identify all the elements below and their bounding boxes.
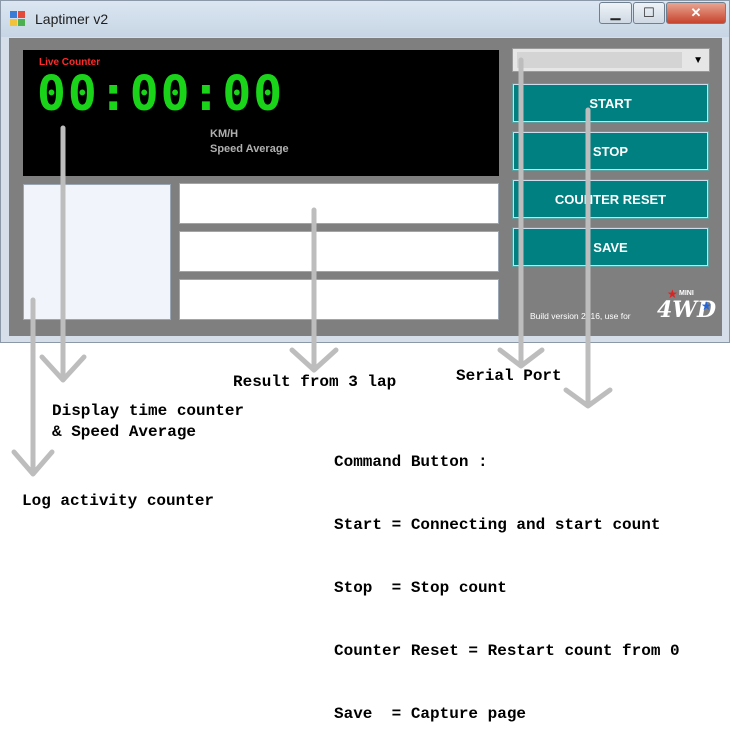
app-icon	[10, 11, 26, 27]
maximize-button[interactable]: ☐	[633, 2, 665, 24]
window-title: Laptimer v2	[35, 11, 109, 27]
display-annotation-line1: Display time counter	[52, 402, 245, 420]
stop-button[interactable]: STOP	[512, 131, 709, 171]
command-annotation-line: Save = Capture page	[334, 705, 527, 723]
command-annotation-line: Stop = Stop count	[334, 579, 507, 597]
minimize-icon: ▁	[610, 5, 621, 20]
serial-port-select[interactable]: ▼	[512, 48, 710, 72]
save-button[interactable]: SAVE	[512, 227, 709, 267]
blue-star-icon: ★	[701, 299, 712, 313]
log-activity-panel[interactable]	[23, 184, 171, 320]
close-icon: ✕	[690, 5, 702, 20]
lap-result-1[interactable]	[179, 183, 499, 224]
command-annotation-line: Command Button :	[334, 453, 488, 471]
command-annotation: Command Button : Start = Connecting and …	[334, 410, 680, 746]
title-bar[interactable]: Laptimer v2 ▁ ☐ ✕	[1, 1, 729, 37]
log-annotation: Log activity counter	[22, 492, 215, 510]
serial-port-value	[517, 52, 682, 68]
speed-unit-label: KM/H	[210, 128, 239, 140]
start-button[interactable]: START	[512, 83, 709, 123]
time-counter: 00:00:00	[37, 66, 285, 122]
maximize-icon: ☐	[643, 5, 655, 20]
minimize-button[interactable]: ▁	[599, 2, 632, 24]
app-window: Laptimer v2 ▁ ☐ ✕ Live Counter 00:00:00 …	[0, 0, 730, 343]
counter-reset-button[interactable]: COUNTER RESET	[512, 179, 709, 219]
command-annotation-line: Start = Connecting and start count	[334, 516, 661, 534]
speed-average-label: Speed Average	[210, 143, 289, 155]
command-annotation-line: Counter Reset = Restart count from 0	[334, 642, 680, 660]
mini-4wd-logo: ★ MINI 4WD ★	[651, 287, 716, 323]
close-button[interactable]: ✕	[666, 2, 726, 24]
serial-annotation: Serial Port	[456, 367, 562, 385]
dropdown-arrow-icon[interactable]: ▼	[693, 55, 703, 66]
logo-mini-text: MINI	[679, 290, 694, 297]
time-display-panel: Live Counter 00:00:00 KM/H Speed Average	[23, 50, 499, 176]
lap-result-3[interactable]	[179, 279, 499, 320]
result-annotation: Result from 3 lap	[233, 373, 397, 391]
build-version-label: Build version 2016, use for	[530, 311, 631, 321]
lap-result-2[interactable]	[179, 231, 499, 272]
client-area: Live Counter 00:00:00 KM/H Speed Average…	[9, 38, 722, 336]
display-annotation-line2: & Speed Average	[52, 423, 197, 441]
